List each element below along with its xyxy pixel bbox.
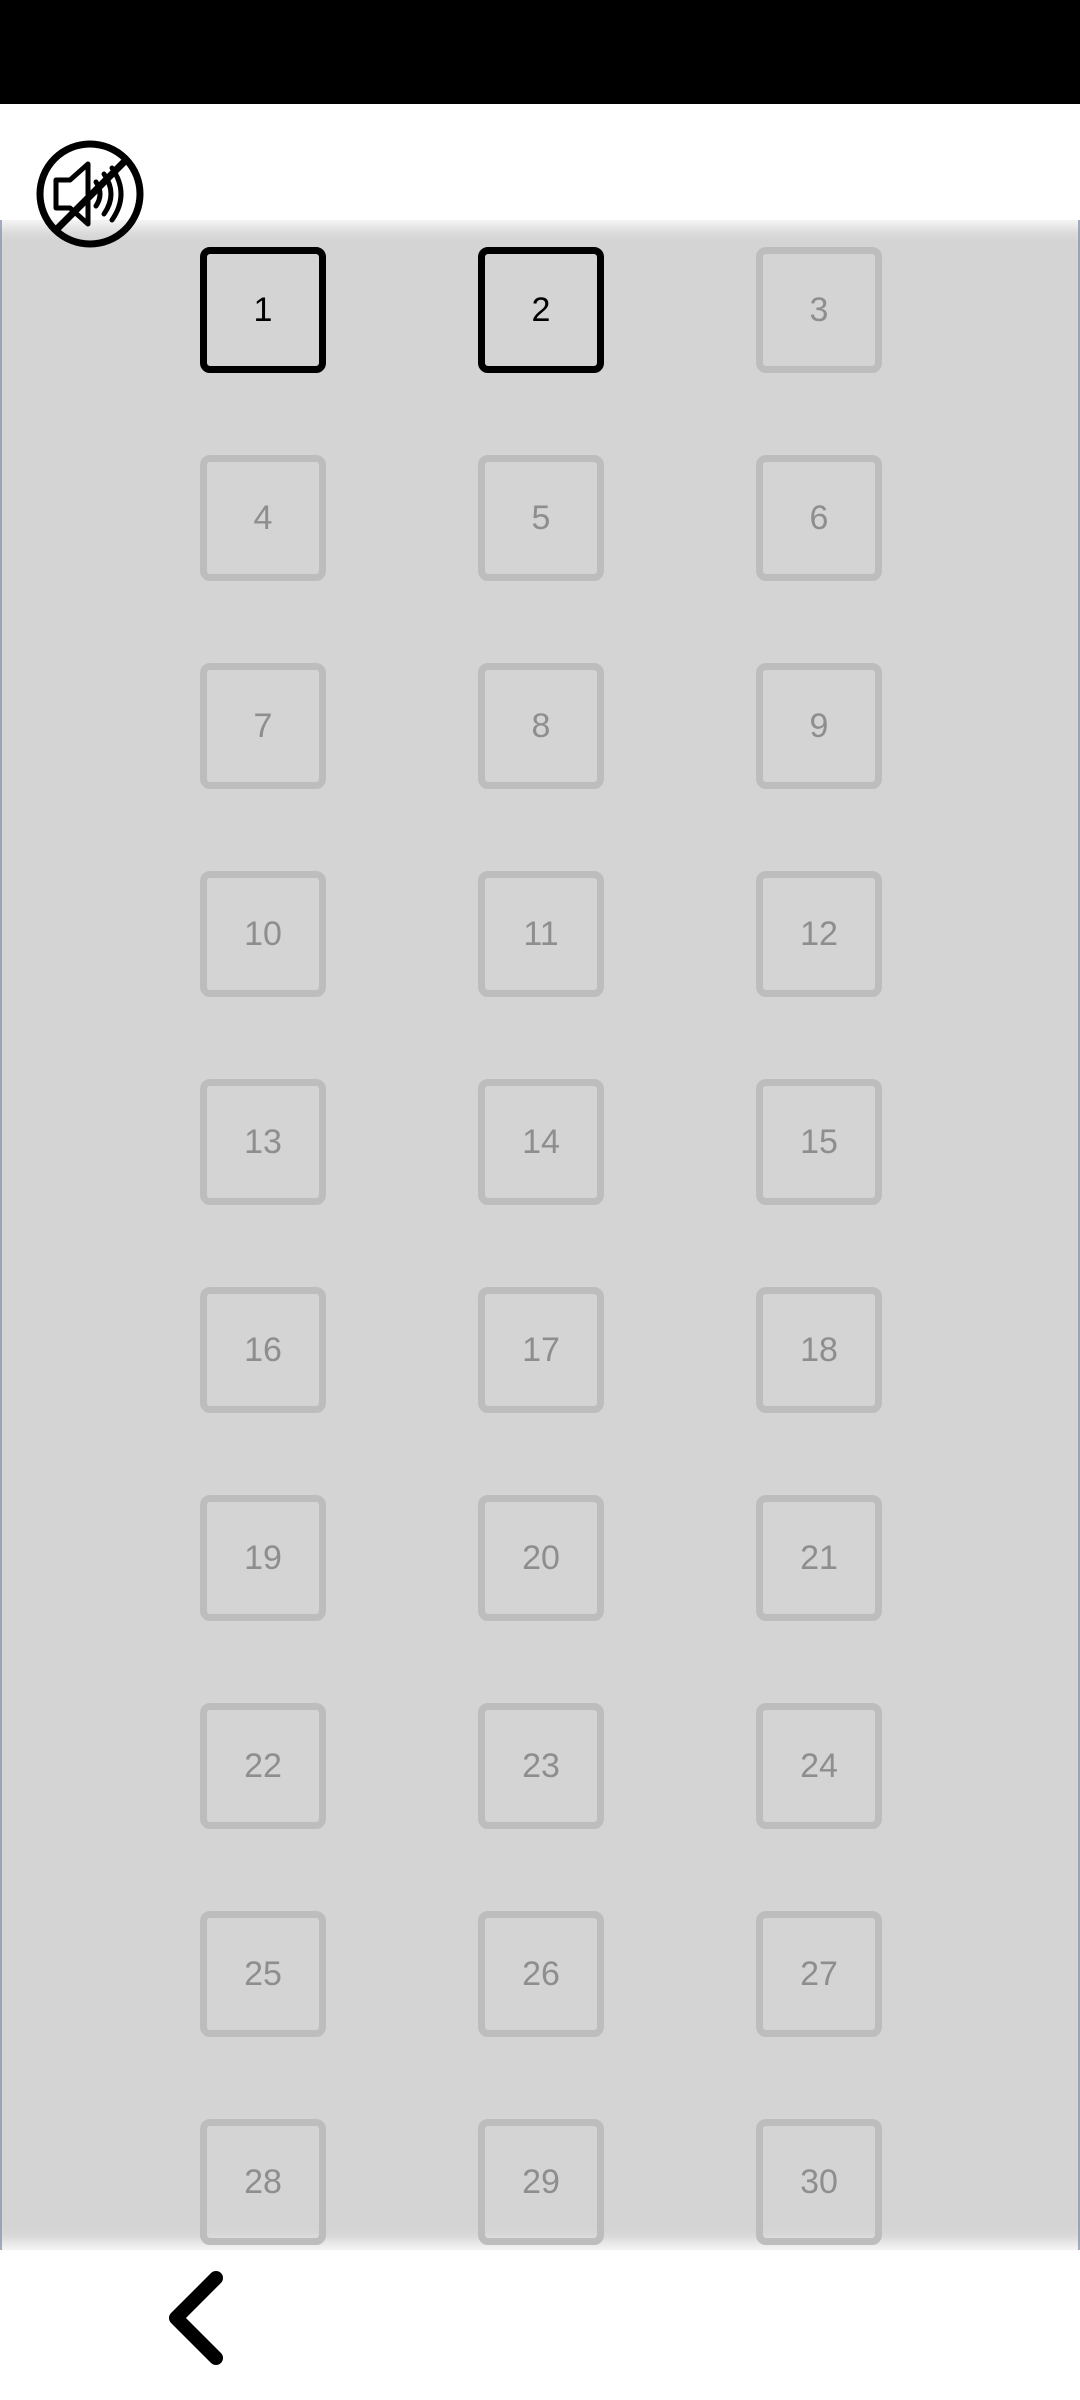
level-tile-29[interactable]: 29: [478, 2119, 604, 2245]
level-number: 24: [800, 1746, 838, 1785]
level-tile-21[interactable]: 21: [756, 1495, 882, 1621]
level-tile-27[interactable]: 27: [756, 1911, 882, 2037]
level-number: 23: [522, 1746, 560, 1785]
level-number: 15: [800, 1122, 838, 1161]
level-tile-25[interactable]: 25: [200, 1911, 326, 2037]
level-number: 1: [253, 290, 273, 329]
level-tile-13[interactable]: 13: [200, 1079, 326, 1205]
level-number: 29: [522, 2162, 560, 2201]
back-button[interactable]: [160, 2268, 240, 2368]
level-number: 20: [522, 1538, 560, 1577]
level-tile-15[interactable]: 15: [756, 1079, 882, 1205]
level-number: 19: [244, 1538, 282, 1577]
mute-toggle-button[interactable]: [34, 138, 146, 250]
level-tile-7[interactable]: 7: [200, 663, 326, 789]
level-number: 22: [244, 1746, 282, 1785]
level-tile-23[interactable]: 23: [478, 1703, 604, 1829]
level-tile-30[interactable]: 30: [756, 2119, 882, 2245]
level-tile-10[interactable]: 10: [200, 871, 326, 997]
panel-left-edge: [0, 220, 2, 2250]
level-number: 25: [244, 1954, 282, 1993]
status-bar: [0, 0, 1080, 104]
level-number: 14: [522, 1122, 560, 1161]
level-number: 9: [809, 706, 829, 745]
level-number: 13: [244, 1122, 282, 1161]
level-tile-12[interactable]: 12: [756, 871, 882, 997]
level-number: 12: [800, 914, 838, 953]
level-number: 18: [800, 1330, 838, 1369]
level-tile-8[interactable]: 8: [478, 663, 604, 789]
level-tile-26[interactable]: 26: [478, 1911, 604, 2037]
level-tile-6[interactable]: 6: [756, 455, 882, 581]
level-tile-18[interactable]: 18: [756, 1287, 882, 1413]
speaker-muted-icon: [36, 140, 144, 248]
level-number: 26: [522, 1954, 560, 1993]
level-number: 5: [531, 498, 551, 537]
level-grid: 1 2 3 4 5 6 7 8 9 10 11 12 13 14 15 16 17 18 19 20 21 22 23 24 2…: [0, 220, 1080, 2250]
level-number: 16: [244, 1330, 282, 1369]
level-tile-4[interactable]: 4: [200, 455, 326, 581]
level-tile-1[interactable]: 1: [200, 247, 326, 373]
level-number: 21: [800, 1538, 838, 1577]
level-number: 3: [809, 290, 829, 329]
level-tile-14[interactable]: 14: [478, 1079, 604, 1205]
level-number: 4: [253, 498, 273, 537]
level-tile-11[interactable]: 11: [478, 871, 604, 997]
level-number: 10: [244, 914, 282, 953]
level-number: 7: [253, 706, 273, 745]
level-tile-20[interactable]: 20: [478, 1495, 604, 1621]
header: [0, 104, 1080, 220]
level-tile-9[interactable]: 9: [756, 663, 882, 789]
level-tile-22[interactable]: 22: [200, 1703, 326, 1829]
chevron-left-icon: [169, 2271, 223, 2365]
level-number: 2: [531, 290, 551, 329]
level-tile-16[interactable]: 16: [200, 1287, 326, 1413]
level-tile-28[interactable]: 28: [200, 2119, 326, 2245]
level-number: 6: [809, 498, 829, 537]
level-tile-3[interactable]: 3: [756, 247, 882, 373]
level-number: 28: [244, 2162, 282, 2201]
level-tile-5[interactable]: 5: [478, 455, 604, 581]
level-select-panel: 1 2 3 4 5 6 7 8 9 10 11 12 13 14 15 16 17 18 19 20 21 22 23 24 2…: [0, 220, 1080, 2250]
level-tile-17[interactable]: 17: [478, 1287, 604, 1413]
level-number: 30: [800, 2162, 838, 2201]
level-tile-19[interactable]: 19: [200, 1495, 326, 1621]
level-number: 11: [523, 914, 559, 953]
level-number: 27: [800, 1954, 838, 1993]
level-tile-2[interactable]: 2: [478, 247, 604, 373]
level-number: 17: [522, 1330, 560, 1369]
level-tile-24[interactable]: 24: [756, 1703, 882, 1829]
level-number: 8: [531, 706, 551, 745]
